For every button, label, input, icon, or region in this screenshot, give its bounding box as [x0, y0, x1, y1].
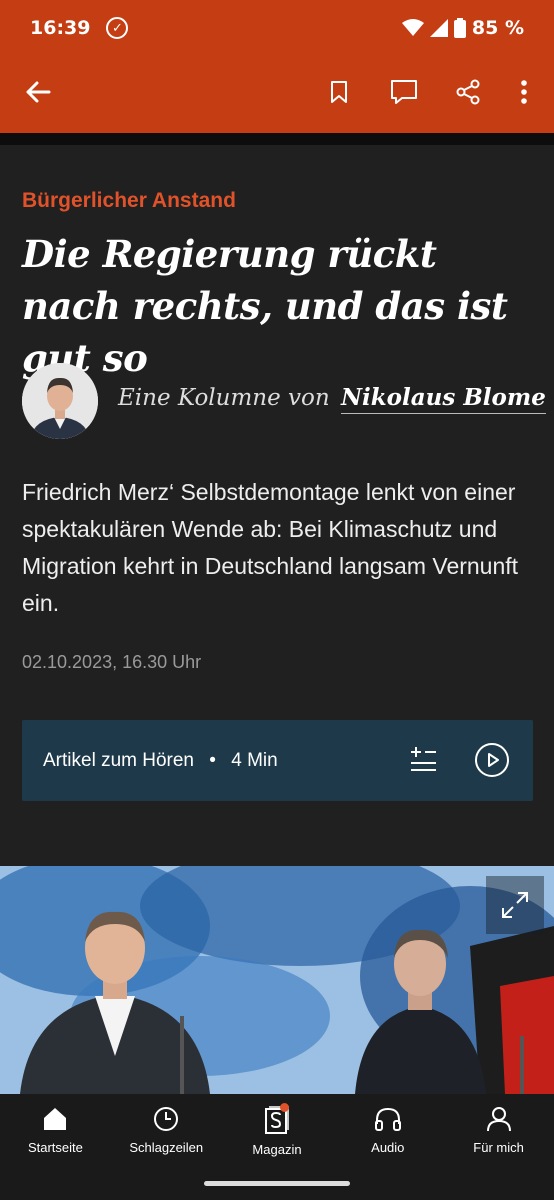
status-time: 16:39	[30, 17, 91, 39]
nav-item-audio[interactable]: Audio	[332, 1094, 443, 1166]
more-vert-icon	[521, 80, 527, 104]
gesture-bar	[0, 1166, 554, 1200]
audio-label: Artikel zum Hören	[43, 750, 194, 771]
comment-icon	[391, 80, 417, 104]
audio-duration: 4 Min	[231, 750, 278, 771]
headphones-icon	[374, 1107, 401, 1131]
app-bar	[0, 62, 554, 124]
notification-badge	[279, 1103, 289, 1112]
person-icon	[486, 1107, 511, 1132]
battery-level: 85 %	[471, 17, 524, 39]
audio-separator: •	[209, 750, 216, 771]
share-button[interactable]	[450, 74, 486, 110]
share-icon	[456, 79, 480, 105]
more-options-button[interactable]	[510, 74, 538, 110]
nav-item-magazin[interactable]: Magazin	[222, 1094, 333, 1166]
battery-icon	[453, 18, 466, 38]
nav-item-schlagzeilen[interactable]: Schlagzeilen	[111, 1094, 222, 1166]
expand-image-button[interactable]	[486, 876, 544, 934]
bottom-navigation: Startseite Schlagzeilen Magazin Audio Fü…	[0, 1094, 554, 1166]
article-date: 02.10.2023, 16.30 Uhr	[22, 652, 202, 672]
audio-player[interactable]: Artikel zum Hören • 4 Min	[22, 720, 533, 801]
comments-button[interactable]	[386, 74, 422, 110]
article-teaser: Friedrich Merz‘ Selbstdemontage lenkt vo…	[22, 479, 519, 616]
expand-icon	[502, 892, 528, 918]
article-image[interactable]	[0, 866, 554, 1094]
nav-item-startseite[interactable]: Startseite	[0, 1094, 111, 1166]
nav-label: Magazin	[252, 1142, 302, 1157]
add-to-playlist-button[interactable]	[408, 744, 438, 774]
audio-label-row: Artikel zum Hören • 4 Min	[43, 750, 278, 772]
check-circle-icon: ✓	[106, 17, 129, 39]
clock-icon	[154, 1107, 179, 1131]
author-link[interactable]: Nikolaus Blome	[340, 384, 546, 414]
nav-label: Startseite	[27, 1140, 83, 1155]
bookmark-button[interactable]	[322, 74, 356, 110]
byline-prefix: Eine Kolumne von	[118, 385, 330, 411]
article-photo	[0, 866, 554, 1094]
author-avatar[interactable]	[22, 363, 98, 439]
nav-label: Für mich	[473, 1140, 524, 1155]
nav-label: Audio	[371, 1140, 405, 1155]
nav-label: Schlagzeilen	[129, 1140, 204, 1155]
article-kicker: Bürgerlicher Anstand	[22, 189, 236, 212]
divider	[0, 133, 554, 145]
bookmark-icon	[331, 81, 347, 103]
signal-icon	[429, 19, 448, 37]
back-button[interactable]	[20, 74, 56, 110]
play-circle-icon	[475, 743, 509, 777]
author-photo	[22, 363, 98, 439]
byline: Eine Kolumne von Nikolaus Blome	[118, 384, 546, 414]
play-button[interactable]	[474, 742, 510, 778]
playlist-add-icon	[411, 747, 436, 771]
gesture-handle[interactable]	[204, 1181, 350, 1186]
wifi-icon	[401, 19, 424, 36]
article-headline: Die Regierung rückt nach rechts, und das…	[22, 232, 508, 380]
home-icon	[44, 1108, 67, 1130]
nav-item-fuer-mich[interactable]: Für mich	[443, 1094, 554, 1166]
arrow-left-icon	[26, 81, 51, 103]
status-bar: 16:39 ✓ 85 %	[0, 0, 554, 56]
